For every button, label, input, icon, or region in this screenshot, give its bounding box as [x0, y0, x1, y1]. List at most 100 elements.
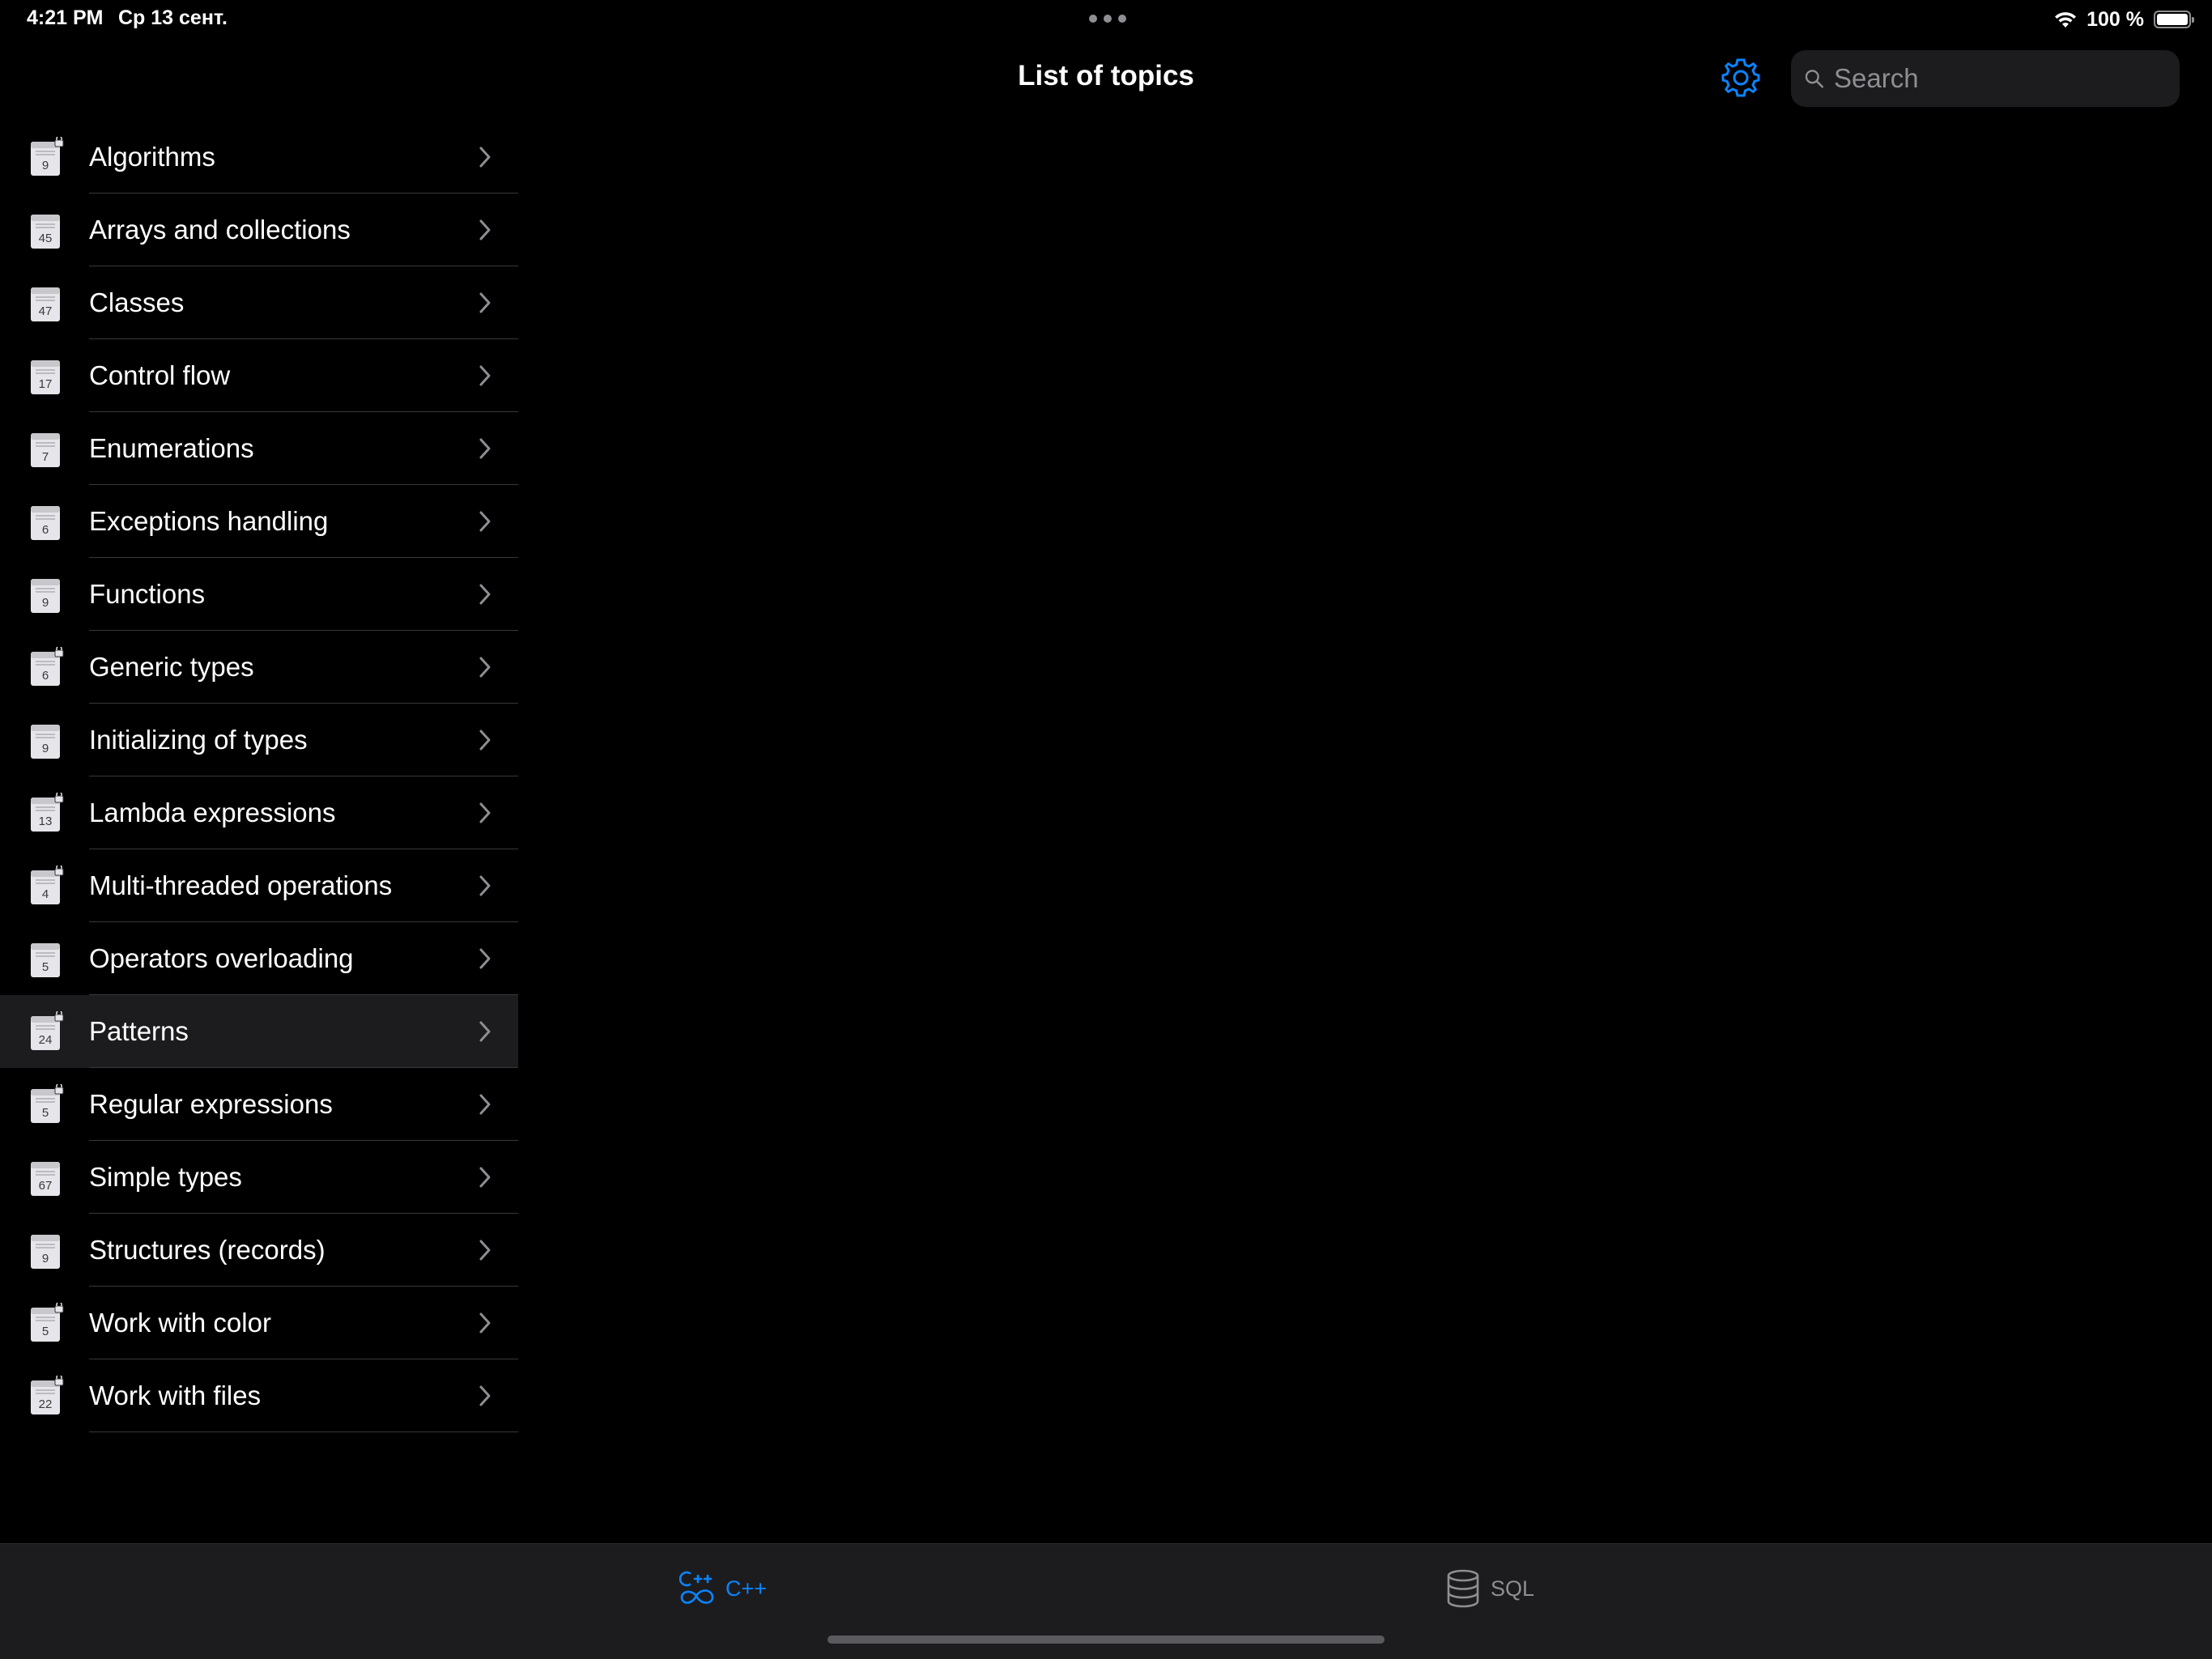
database-icon — [1447, 1569, 1479, 1608]
topic-counter-icon: 17 — [31, 360, 60, 394]
chevron-right-icon — [479, 948, 491, 969]
list-item-functions[interactable]: 9 Functions — [0, 558, 518, 631]
list-item-structures-records[interactable]: 9 Structures (records) — [0, 1214, 518, 1287]
list-item-label: Functions — [89, 579, 206, 609]
list-item-classes[interactable]: 47 Classes — [0, 266, 518, 339]
list-item-label: Structures (records) — [89, 1235, 325, 1265]
search-icon — [1805, 70, 1824, 88]
chevron-right-icon — [479, 730, 491, 751]
chevron-right-icon — [479, 292, 491, 313]
list-item-label: Lambda expressions — [89, 798, 336, 827]
list-item-enumerations[interactable]: 7 Enumerations — [0, 412, 518, 485]
topic-counter-icon: 45 — [31, 215, 60, 249]
list-item-regular-expressions[interactable]: 5 Regular expressions — [0, 1068, 518, 1141]
chevron-right-icon — [479, 1167, 491, 1188]
multitasking-dots-icon[interactable] — [1089, 15, 1126, 23]
settings-button[interactable] — [1720, 57, 1762, 99]
list-item-arrays-and-collections[interactable]: 45 Arrays and collections — [0, 194, 518, 266]
topic-counter-icon: 24 — [31, 1011, 64, 1050]
svg-text:13: 13 — [39, 815, 53, 828]
list-item-label: Work with color — [89, 1308, 271, 1338]
list-item-lambda-expressions[interactable]: 13 Lambda expressions — [0, 776, 518, 849]
list-item-label: Classes — [89, 287, 185, 317]
topic-counter-icon: 6 — [31, 647, 64, 686]
chevron-right-icon — [479, 1094, 491, 1115]
home-indicator[interactable] — [827, 1636, 1385, 1644]
list-item-label: Arrays and collections — [89, 215, 351, 245]
chevron-right-icon — [479, 802, 491, 823]
chevron-right-icon — [479, 1312, 491, 1334]
topic-counter-icon: 4 — [31, 866, 64, 904]
status-time: 4:21 PM — [27, 6, 104, 29]
battery-icon — [2154, 11, 2194, 28]
chevron-right-icon — [479, 438, 491, 459]
list-item-operators-overloading[interactable]: 5 Operators overloading — [0, 922, 518, 995]
svg-text:22: 22 — [39, 1397, 53, 1411]
topic-counter-icon: 9 — [31, 1235, 60, 1269]
list-item-label: Simple types — [89, 1162, 242, 1192]
topic-counter-icon: 5 — [31, 1084, 64, 1123]
chevron-right-icon — [479, 584, 491, 605]
battery-percent: 100 % — [2087, 7, 2144, 31]
chevron-right-icon — [479, 875, 491, 896]
topic-counter-icon: 9 — [31, 137, 64, 176]
list-item-exceptions-handling[interactable]: 6 Exceptions handling — [0, 485, 518, 558]
tab-cpp[interactable]: C++ — [677, 1567, 767, 1610]
topic-counter-icon: 9 — [31, 725, 60, 759]
topic-counter-icon: 5 — [31, 943, 60, 977]
list-item-label: Control flow — [89, 360, 231, 390]
search-input[interactable] — [1832, 62, 2180, 95]
cpp-icon — [678, 1571, 714, 1604]
list-item-control-flow[interactable]: 17 Control flow — [0, 339, 518, 412]
list-item-multi-threaded-operations[interactable]: 4 Multi-threaded operations — [0, 849, 518, 922]
search-field[interactable] — [1791, 50, 2180, 107]
svg-text:5: 5 — [42, 1325, 49, 1338]
list-item-work-with-files[interactable]: 22 Work with files — [0, 1359, 518, 1432]
svg-text:45: 45 — [39, 232, 53, 245]
topic-counter-icon: 22 — [31, 1376, 64, 1414]
list-item-label: Regular expressions — [89, 1089, 333, 1119]
svg-text:9: 9 — [42, 596, 49, 610]
svg-text:47: 47 — [39, 304, 53, 318]
chevron-right-icon — [479, 365, 491, 386]
chevron-right-icon — [479, 1385, 491, 1406]
topic-counter-icon: 9 — [31, 579, 60, 613]
list-item-algorithms[interactable]: 9 Algorithms — [0, 121, 518, 194]
topic-counter-icon: 13 — [31, 793, 64, 832]
svg-text:4: 4 — [42, 887, 49, 901]
list-item-label: Multi-threaded operations — [89, 870, 393, 900]
topic-counter-icon: 47 — [31, 287, 60, 321]
list-item-label: Patterns — [89, 1016, 189, 1046]
svg-text:7: 7 — [42, 450, 49, 464]
row-separator — [89, 1431, 518, 1432]
topic-counter-icon: 67 — [31, 1162, 60, 1196]
list-item-work-with-color[interactable]: 5 Work with color — [0, 1287, 518, 1359]
chevron-right-icon — [479, 657, 491, 678]
chevron-right-icon — [479, 219, 491, 240]
topic-counter-icon: 7 — [31, 433, 60, 467]
svg-text:67: 67 — [39, 1179, 53, 1193]
svg-text:9: 9 — [42, 159, 49, 172]
list-item-label: Generic types — [89, 652, 254, 682]
status-date: Ср 13 сент. — [118, 6, 228, 29]
svg-text:24: 24 — [39, 1033, 53, 1047]
list-item-label: Operators overloading — [89, 943, 354, 973]
list-item-generic-types[interactable]: 6 Generic types — [0, 631, 518, 704]
list-item-label: Exceptions handling — [89, 506, 329, 536]
list-item-label: Enumerations — [89, 433, 254, 463]
list-item-simple-types[interactable]: 67 Simple types — [0, 1141, 518, 1214]
svg-text:5: 5 — [42, 1106, 49, 1120]
wifi-icon — [2055, 12, 2077, 28]
list-item-patterns[interactable]: 24 Patterns — [0, 995, 518, 1068]
topic-list: 9 Algorithms 45 Arrays and collections 4… — [0, 121, 518, 1432]
tab-label: SQL — [1491, 1576, 1535, 1601]
status-indicators: 100 % — [2052, 6, 2194, 32]
svg-text:5: 5 — [42, 960, 49, 974]
tab-sql[interactable]: SQL — [1445, 1567, 1534, 1610]
svg-text:6: 6 — [42, 669, 49, 683]
chevron-right-icon — [479, 147, 491, 168]
svg-text:9: 9 — [42, 1252, 49, 1266]
list-item-initializing-of-types[interactable]: 9 Initializing of types — [0, 704, 518, 776]
topic-counter-icon: 5 — [31, 1303, 64, 1342]
svg-text:17: 17 — [39, 377, 53, 391]
